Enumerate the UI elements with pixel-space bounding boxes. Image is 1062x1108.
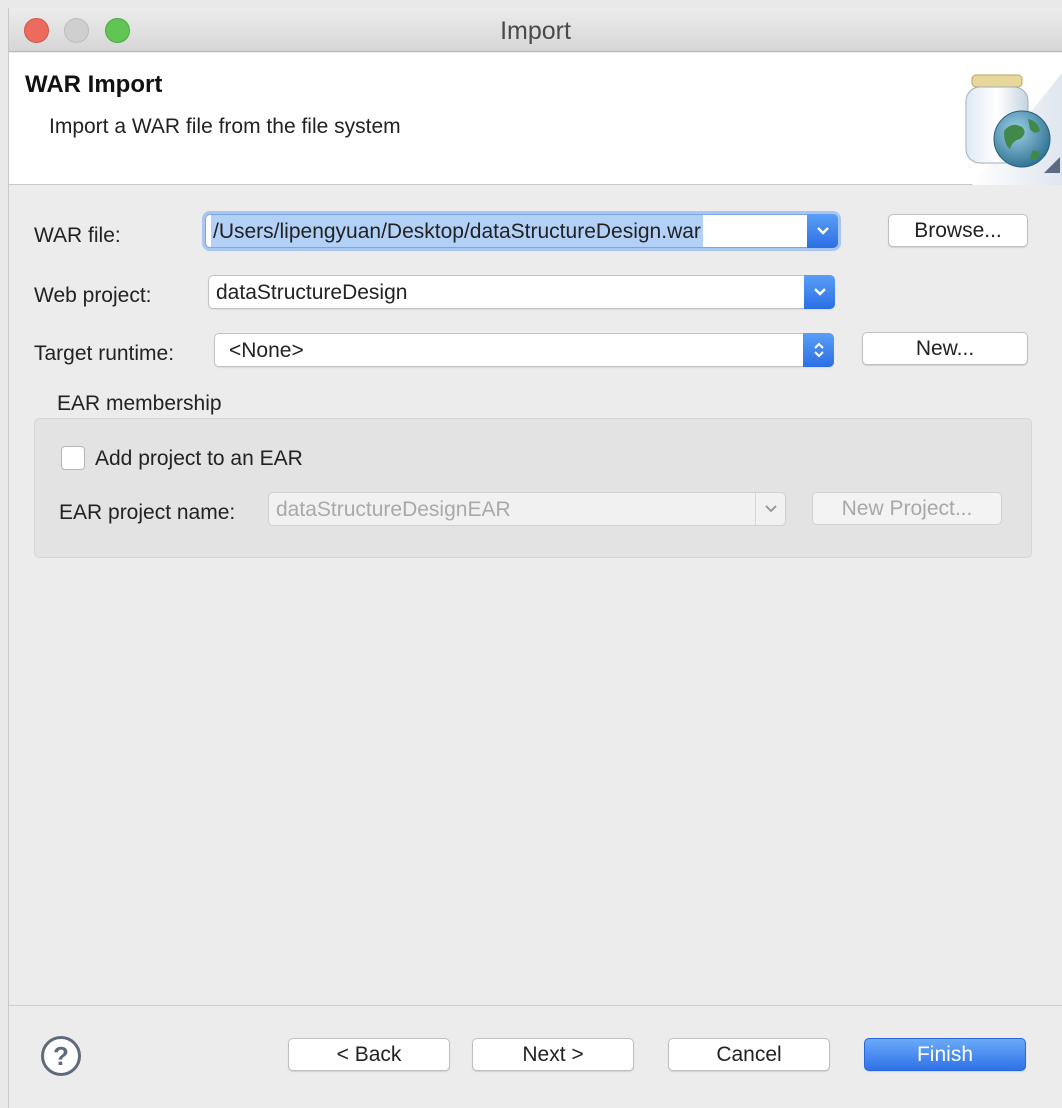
target-runtime-label: Target runtime: <box>34 342 175 365</box>
war-file-combo[interactable]: /Users/lipengyuan/Desktop/dataStructureD… <box>205 214 838 248</box>
war-file-label: WAR file: <box>34 224 121 247</box>
web-project-combo[interactable]: dataStructureDesign <box>208 275 835 309</box>
banner-title: WAR Import <box>25 71 163 98</box>
ear-project-name-value: dataStructureDesignEAR <box>276 498 511 521</box>
add-to-ear-label[interactable]: Add project to an EAR <box>95 447 303 471</box>
new-runtime-button[interactable]: New... <box>862 332 1028 365</box>
updown-chevron-icon[interactable] <box>803 333 834 367</box>
chevron-down-icon[interactable] <box>755 493 785 525</box>
target-runtime-value[interactable]: <None> <box>229 334 304 366</box>
chevron-down-icon[interactable] <box>807 214 838 248</box>
wizard-banner: WAR Import Import a WAR file from the fi… <box>9 53 1062 185</box>
banner-description: Import a WAR file from the file system <box>49 115 401 138</box>
web-project-value[interactable]: dataStructureDesign <box>216 276 407 308</box>
ear-project-name-label: EAR project name: <box>59 501 236 524</box>
web-project-label: Web project: <box>34 284 152 307</box>
help-icon[interactable]: ? <box>41 1036 81 1076</box>
cancel-button[interactable]: Cancel <box>668 1038 830 1071</box>
next-button[interactable]: Next > <box>472 1038 634 1071</box>
war-file-value[interactable]: /Users/lipengyuan/Desktop/dataStructureD… <box>211 215 703 247</box>
ear-project-name-combo[interactable]: dataStructureDesignEAR <box>268 492 786 526</box>
add-to-ear-checkbox[interactable] <box>61 446 85 470</box>
back-button[interactable]: < Back <box>288 1038 450 1071</box>
jar-globe-icon <box>932 53 1062 185</box>
target-runtime-select[interactable]: <None> <box>214 333 834 367</box>
footer-separator <box>9 1005 1062 1006</box>
ear-membership-label: EAR membership <box>57 392 222 415</box>
window-title: Import <box>500 17 571 45</box>
browse-button[interactable]: Browse... <box>888 214 1028 247</box>
finish-button[interactable]: Finish <box>864 1038 1026 1071</box>
chevron-down-icon[interactable] <box>804 275 835 309</box>
import-dialog: Import WAR Import Import a WAR file from… <box>8 8 1062 1108</box>
ear-membership-group <box>34 418 1032 558</box>
new-ear-project-button[interactable]: New Project... <box>812 492 1002 525</box>
title-bar: Import <box>9 8 1062 52</box>
